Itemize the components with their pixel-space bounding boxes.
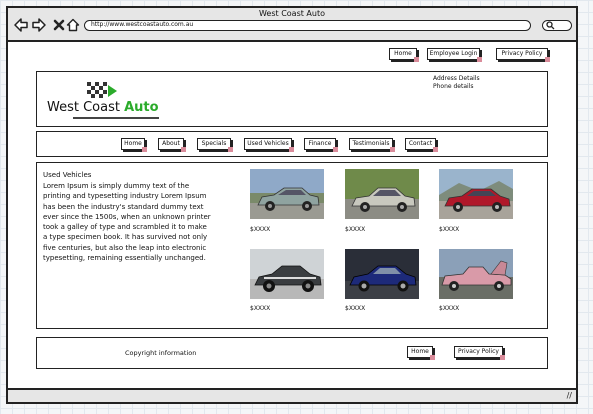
checkered-flag-logo-icon <box>87 82 117 98</box>
nav-contact[interactable]: Contact <box>405 138 438 152</box>
logo-text-main: West Coast <box>47 100 125 115</box>
back-arrow-icon[interactable] <box>14 18 28 32</box>
car-image-icon <box>250 249 324 299</box>
nav-used-vehicles[interactable]: Used Vehicles <box>244 138 294 152</box>
footer-link-privacy-policy[interactable]: Privacy Policy <box>454 346 505 360</box>
logo-text-accent: Auto <box>124 100 159 115</box>
stop-icon[interactable] <box>52 18 66 32</box>
nav-testimonials[interactable]: Testimonials <box>349 138 395 152</box>
top-link-home[interactable]: Home <box>389 48 419 62</box>
car-image-icon <box>345 169 419 219</box>
copyright-text: Copyright information <box>125 349 197 357</box>
car-image-icon <box>250 169 324 219</box>
page-title: Used Vehicles <box>43 171 92 179</box>
forward-arrow-icon[interactable] <box>32 18 46 32</box>
logo-tagline <box>73 117 159 119</box>
vehicle-photo[interactable] <box>345 169 419 219</box>
search-box[interactable] <box>542 20 572 31</box>
vehicle-price: $XXXX <box>345 305 366 312</box>
vehicle-price: $XXXX <box>250 226 271 233</box>
site-footer: Copyright information Home Privacy Polic… <box>36 337 548 369</box>
resize-grip-icon[interactable]: // <box>567 391 572 400</box>
site-header: West Coast Auto Address Details Phone de… <box>36 71 548 127</box>
nav-finance[interactable]: Finance <box>304 138 338 152</box>
vehicle-photo[interactable] <box>439 249 513 299</box>
nav-specials[interactable]: Specials <box>197 138 233 152</box>
vehicle-price: $XXXX <box>250 305 271 312</box>
top-link-employee-login[interactable]: Employee Login <box>427 48 482 62</box>
phone-details: Phone details <box>433 83 474 90</box>
vehicle-photo[interactable] <box>345 249 419 299</box>
site-logo[interactable]: West Coast Auto <box>47 100 159 115</box>
vehicle-photo[interactable] <box>439 169 513 219</box>
status-bar: // <box>8 388 576 402</box>
top-link-privacy-policy[interactable]: Privacy Policy <box>496 48 550 62</box>
car-image-icon <box>439 169 513 219</box>
vehicle-photo[interactable] <box>250 169 324 219</box>
main-content: Used Vehicles Lorem Ipsum is simply dumm… <box>36 162 548 329</box>
content-text: Lorem Ipsum is simply dummy text of the … <box>43 182 211 263</box>
vehicle-price: $XXXX <box>439 305 460 312</box>
car-image-icon <box>345 249 419 299</box>
browser-window: West Coast Auto http://www.westcoastauto… <box>6 6 578 404</box>
car-image-icon <box>439 249 513 299</box>
home-icon[interactable] <box>66 18 80 32</box>
address-details: Address Details <box>433 75 480 82</box>
window-title: West Coast Auto <box>258 9 325 18</box>
vehicle-price: $XXXX <box>439 226 460 233</box>
title-bar: West Coast Auto http://www.westcoastauto… <box>8 8 576 42</box>
vehicle-price: $XXXX <box>345 226 366 233</box>
vehicle-photo[interactable] <box>250 249 324 299</box>
nav-home[interactable]: Home <box>121 138 147 152</box>
nav-about[interactable]: About <box>158 138 186 152</box>
footer-link-home[interactable]: Home <box>407 346 435 360</box>
main-nav: Home About Specials Used Vehicles Financ… <box>36 131 548 157</box>
address-bar[interactable]: http://www.westcoastauto.com.au <box>84 20 531 31</box>
search-icon <box>546 21 555 30</box>
